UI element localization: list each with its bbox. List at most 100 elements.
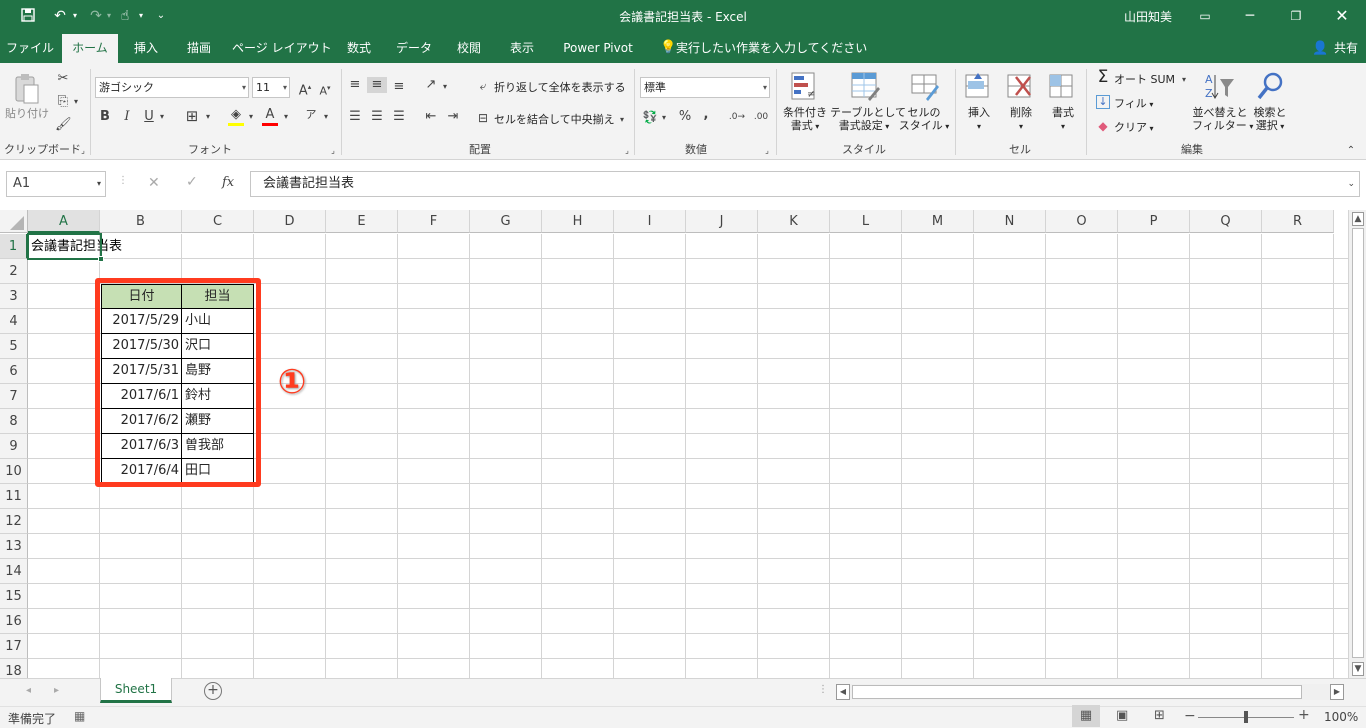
sort-filter-icon[interactable]: AZ [1204,71,1236,101]
touch-mode-icon[interactable]: ☝ [116,7,134,25]
accounting-dropdown-icon[interactable]: ▾ [660,110,668,126]
font-color-dropdown-icon[interactable]: ▾ [282,109,290,125]
column-header-i[interactable]: I [614,210,686,233]
tab-view[interactable]: 表示 [502,34,542,63]
cancel-entry-icon[interactable]: ✕ [148,175,160,191]
row-header-17[interactable]: 17 [0,634,28,659]
increase-indent-icon[interactable]: ⇥ [445,109,461,125]
decrease-decimal-icon[interactable]: .00 [752,109,770,125]
tell-me-search[interactable]: 実行したい作業を入力してください [676,34,867,63]
row-header-10[interactable]: 10 [0,459,28,484]
macro-record-icon[interactable]: ▦ [74,709,85,723]
orientation-dropdown-icon[interactable]: ▾ [441,79,449,95]
save-icon[interactable] [18,7,38,25]
comma-style-button[interactable]: , [700,107,712,123]
column-header-o[interactable]: O [1046,210,1118,233]
copy-icon[interactable]: ⎘ [55,94,71,110]
column-header-f[interactable]: F [398,210,470,233]
find-select-icon[interactable] [1256,71,1286,101]
align-top-icon[interactable]: ≡ [347,77,363,93]
share-icon[interactable]: 👤 [1312,41,1328,56]
tab-page-layout[interactable]: ページ レイアウト [232,34,332,63]
underline-button[interactable]: U [142,109,156,125]
horizontal-scroll-thumb[interactable] [852,685,1302,699]
alignment-launcher-icon[interactable]: ⌟ [622,143,632,159]
delete-cells-icon[interactable] [1006,71,1034,101]
vertical-scrollbar[interactable]: ▲ ▼ [1348,210,1366,678]
tab-insert[interactable]: 挿入 [124,34,168,63]
autosum-dropdown-icon[interactable]: ▾ [1180,72,1188,88]
delete-cells-button[interactable]: 削除 ▾ [1004,106,1038,133]
fill-color-icon[interactable]: ◈ [228,107,244,126]
fill-handle[interactable] [98,256,104,262]
increase-font-icon[interactable]: A▴ [298,79,312,99]
touch-dropdown-icon[interactable]: ▾ [136,7,146,25]
find-select-button[interactable]: 検索と 選択 ▾ [1250,106,1290,133]
tab-draw[interactable]: 描画 [178,34,220,63]
tab-formulas[interactable]: 数式 [338,34,380,63]
column-header-a[interactable]: A [28,210,100,233]
conditional-formatting-icon[interactable]: ≠ [790,71,818,101]
select-all-corner[interactable] [0,210,28,233]
bold-button[interactable]: B [98,109,112,125]
row-header-5[interactable]: 5 [0,334,28,359]
confirm-entry-icon[interactable]: ✓ [186,174,198,190]
tab-power-pivot[interactable]: Power Pivot [554,34,642,63]
row-header-13[interactable]: 13 [0,534,28,559]
merge-dropdown-icon[interactable]: ▾ [618,112,626,128]
scroll-up-icon[interactable]: ▲ [1352,212,1364,226]
conditional-formatting-button[interactable]: 条件付き 書式 ▾ [780,106,830,133]
restore-icon[interactable]: ❐ [1286,7,1306,25]
column-header-j[interactable]: J [686,210,758,233]
font-color-icon[interactable]: A [262,107,278,126]
underline-dropdown-icon[interactable]: ▾ [158,109,166,125]
column-header-n[interactable]: N [974,210,1046,233]
borders-dropdown-icon[interactable]: ▾ [204,109,212,125]
insert-cells-icon[interactable] [964,71,992,101]
tab-home[interactable]: ホーム [62,34,118,63]
align-center-icon[interactable]: ☰ [369,109,385,125]
undo-dropdown-icon[interactable]: ▾ [70,7,80,25]
tab-data[interactable]: データ [392,34,436,63]
row-header-16[interactable]: 16 [0,609,28,634]
row-header-9[interactable]: 9 [0,434,28,459]
clipboard-launcher-icon[interactable]: ⌟ [78,143,88,159]
fill-icon[interactable]: ↓ [1096,95,1110,109]
formula-input[interactable]: 会議書記担当表 ⌄ [250,171,1360,197]
scroll-left-icon[interactable]: ◀ [836,684,850,700]
paste-icon[interactable] [12,73,40,105]
fill-color-dropdown-icon[interactable]: ▾ [247,109,255,125]
column-header-c[interactable]: C [182,210,254,233]
font-size-select[interactable]: 11 ▾ [252,77,290,98]
column-header-e[interactable]: E [326,210,398,233]
clear-icon[interactable]: ◆ [1096,118,1110,134]
customize-qat-icon[interactable]: ⌄ [155,7,167,25]
increase-decimal-icon[interactable]: .0→ [728,109,746,125]
scroll-down-icon[interactable]: ▼ [1352,662,1364,676]
row-header-11[interactable]: 11 [0,484,28,509]
sheet-split-handle-icon[interactable]: ⋮ [818,684,828,695]
sort-filter-button[interactable]: 並べ替えと フィルター ▾ [1192,106,1253,133]
normal-view-icon[interactable]: ▦ [1072,705,1100,727]
cell-styles-button[interactable]: セルの スタイル ▾ [898,106,950,133]
column-header-b[interactable]: B [100,210,182,233]
number-format-select[interactable]: 標準 ▾ [640,77,770,98]
decrease-font-icon[interactable]: A▾ [318,80,332,100]
cell-styles-icon[interactable] [910,71,940,101]
orientation-icon[interactable]: ↗ [423,77,439,93]
close-icon[interactable]: ✕ [1332,7,1352,25]
align-middle-icon[interactable]: ≡ [367,77,387,93]
align-left-icon[interactable]: ☰ [347,109,363,125]
redo-icon[interactable]: ↷ [86,7,106,25]
ribbon-display-options-icon[interactable]: ▭ [1196,7,1214,25]
row-header-4[interactable]: 4 [0,309,28,334]
column-header-r[interactable]: R [1262,210,1334,233]
row-header-3[interactable]: 3 [0,284,28,309]
zoom-slider-thumb[interactable] [1244,711,1248,723]
undo-icon[interactable]: ↶ [50,7,70,25]
wrap-text-button[interactable]: 折り返して全体を表示する [494,81,626,94]
format-as-table-icon[interactable] [850,71,880,101]
align-right-icon[interactable]: ☰ [391,109,407,125]
sheet-tab-sheet1[interactable]: Sheet1 [100,678,172,703]
insert-function-button[interactable]: fx [222,175,234,190]
